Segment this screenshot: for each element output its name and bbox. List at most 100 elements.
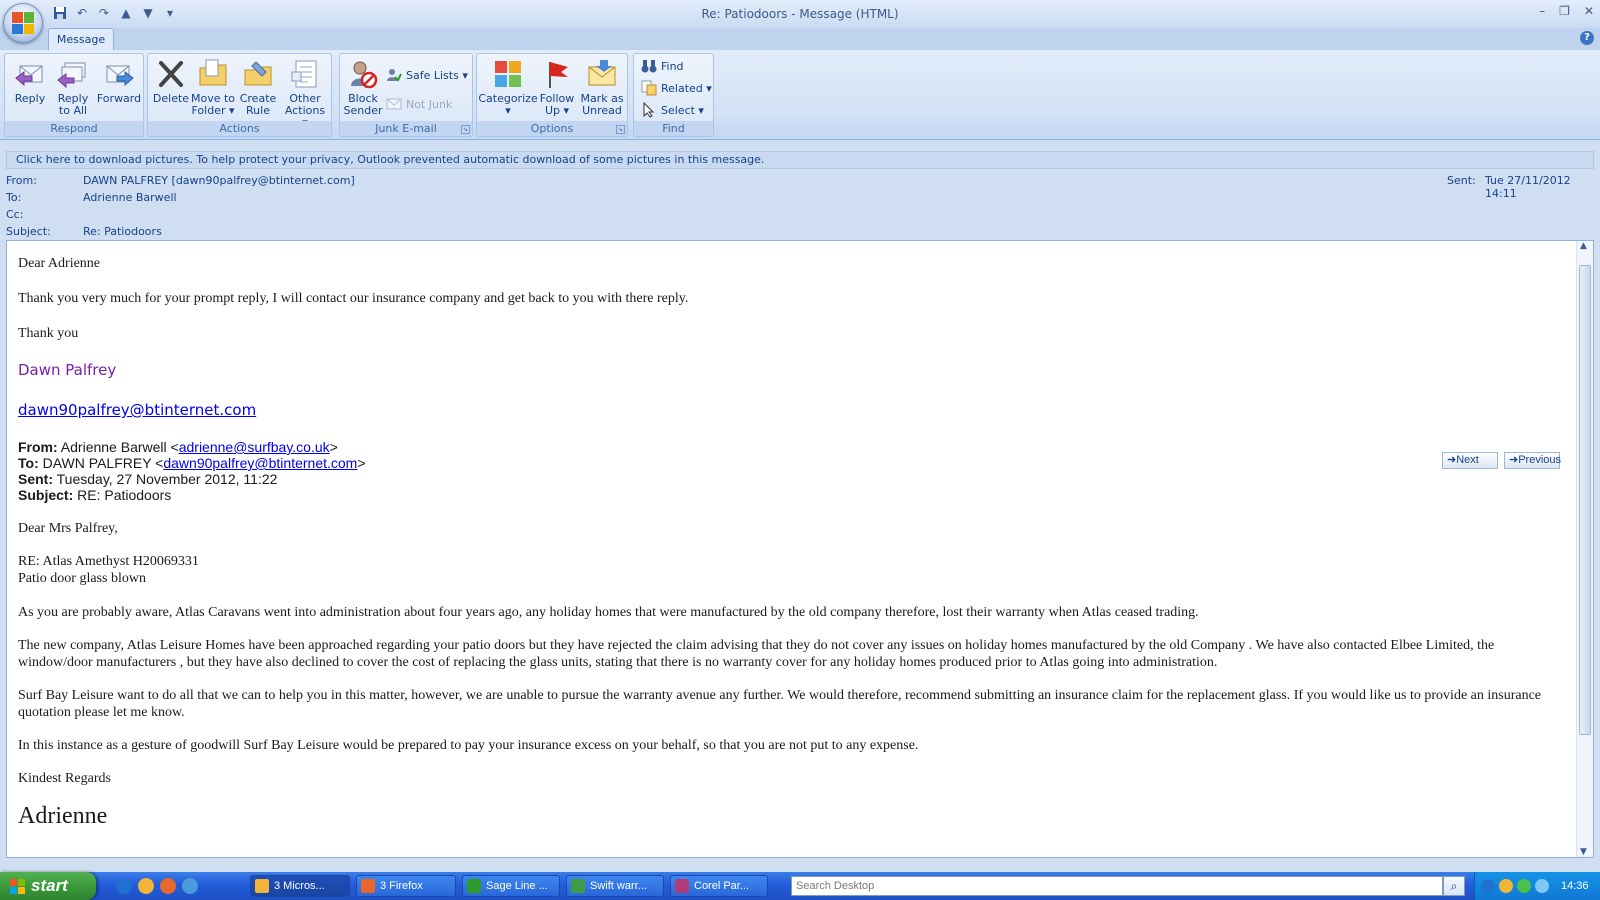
paragraph-2: The new company, Atlas Leisure Homes hav… [18,638,1495,670]
undo-icon[interactable]: ↶ [74,5,90,21]
quoted-header: From: Adrienne Barwell <adrienne@surfbay… [18,439,366,503]
mark-as-unread-button[interactable]: Mark as Unread [579,58,625,117]
signature-name: Dawn Palfrey [18,361,117,379]
app-tray-icon[interactable] [1535,879,1549,893]
previous-button[interactable]: ➜Previous [1504,452,1561,469]
to-value[interactable]: Adrienne Barwell [83,191,177,204]
previous-item-icon[interactable]: ▲ [118,5,134,21]
thanks: Thank you [18,326,79,341]
categorize-button[interactable]: Categorize ▾ [478,58,538,117]
back-arrow-icon[interactable] [1481,879,1495,893]
window-controls: – ❐ ✕ [1539,4,1594,18]
group-label-actions: Actions [148,121,331,136]
not-junk-icon [386,96,402,112]
task-corel[interactable]: Corel Par... [670,875,768,897]
follow-up-button[interactable]: Follow Up ▾ [537,58,577,117]
group-label-find: Find [634,121,713,136]
quoted-sent: Sent: Tuesday, 27 November 2012, 11:22 [18,471,278,487]
tab-message[interactable]: Message [48,28,114,50]
next-item-icon[interactable]: ▼ [140,5,156,21]
windows-logo-icon [10,878,25,894]
cc-label: Cc: [6,208,24,221]
delete-icon [155,58,187,90]
reply-all-button[interactable]: Reply to All [53,58,93,117]
next-button[interactable]: ➜Next [1442,452,1498,469]
search-desktop-input[interactable]: Search Desktop [791,876,1443,896]
office-button[interactable] [3,3,43,43]
app-icon[interactable] [182,878,198,894]
download-pictures-infobar[interactable]: Click here to download pictures. To help… [6,151,1594,169]
start-button[interactable]: start [0,872,96,900]
scrollbar-thumb[interactable] [1579,265,1591,735]
block-sender-button[interactable]: Block Sender [344,58,383,117]
firefox-icon[interactable] [160,878,176,894]
outlook-icon [255,879,269,893]
quoted-from-email-link[interactable]: adrienne@surfbay.co.uk [179,439,330,455]
other-actions-icon [289,58,321,90]
regards: Kindest Regards [18,771,111,786]
group-options: Categorize ▾ Follow Up ▾ Mark as Unread … [476,53,628,137]
sent-label: Sent: [1447,174,1476,187]
arrow-left-icon: ➜ [1509,454,1519,466]
reply-button[interactable]: Reply [11,58,49,105]
redo-icon[interactable]: ↷ [96,5,112,21]
save-icon[interactable] [52,5,68,21]
quoted-to: To: DAWN PALFREY <dawn90palfrey@btintern… [18,455,366,471]
group-label-options: Options [477,121,627,136]
vertical-scrollbar[interactable]: ▲ ▼ [1576,241,1593,857]
quoted-subject: Subject: RE: Patiodoors [18,487,172,503]
window-title: Re: Patiodoors - Message (HTML) [701,7,899,21]
system-tray: 14:36 [1474,872,1600,900]
related-icon [641,80,657,96]
network-icon[interactable] [1517,879,1531,893]
dear-line: Dear Mrs Palfrey, [18,521,118,536]
from-value[interactable]: DAWN PALFREY [dawn90palfrey@btinternet.c… [83,174,355,187]
greeting: Dear Adrienne [18,256,101,271]
block-sender-icon [347,58,379,90]
task-microsoft[interactable]: 3 Micros... [250,875,350,897]
corel-icon [675,879,689,893]
delete-button[interactable]: Delete [152,58,190,105]
group-respond: Reply Reply to All Forward Respond [4,53,144,137]
ribbon: Reply Reply to All Forward Respond Delet… [0,50,1600,140]
scroll-down-icon[interactable]: ▼ [1580,847,1587,857]
create-rule-button[interactable]: Create Rule [238,58,278,117]
forward-button[interactable]: Forward [97,58,141,105]
select-button[interactable]: Select ▾ [641,101,704,119]
task-sage[interactable]: Sage Line ... [462,875,560,897]
other-actions-button[interactable]: Other Actions ▾ [281,58,329,129]
restore-icon[interactable]: ❐ [1559,4,1570,18]
scroll-up-icon[interactable]: ▲ [1580,241,1587,251]
taskbar: start 3 Micros... 3 Firefox Sage Line ..… [0,872,1600,900]
message-body[interactable]: Dear Adrienne Thank you very much for yo… [6,240,1594,858]
minimize-icon[interactable]: – [1539,4,1545,18]
find-button[interactable]: Find [641,57,684,75]
quoted-from: From: Adrienne Barwell <adrienne@surfbay… [18,439,338,455]
reply-line: Thank you very much for your prompt repl… [18,291,689,306]
categorize-icon [492,58,524,90]
quoted-to-email-link[interactable]: dawn90palfrey@btinternet.com [163,455,357,471]
document-icon [571,879,585,893]
dialog-launcher-icon[interactable]: ↘ [616,125,625,134]
re-line-2: Patio door glass blown [18,571,146,586]
move-to-folder-button[interactable]: Move to Folder ▾ [190,58,236,117]
sage-icon [467,879,481,893]
related-button[interactable]: Related ▾ [641,79,712,97]
cursor-icon [641,101,657,118]
task-swift[interactable]: Swift warr... [566,875,664,897]
task-firefox[interactable]: 3 Firefox [356,875,456,897]
close-icon[interactable]: ✕ [1584,4,1594,18]
not-junk-button[interactable]: Not Junk [386,95,452,113]
customize-qat-icon[interactable]: ▾ [162,5,178,21]
outlook-icon[interactable] [138,878,154,894]
quick-access-toolbar: ↶ ↷ ▲ ▼ ▾ [52,5,178,21]
outlook-tray-icon[interactable] [1499,879,1513,893]
dialog-launcher-icon[interactable]: ↘ [461,125,470,134]
ie-icon[interactable] [116,878,132,894]
help-icon[interactable]: ? [1580,31,1594,45]
safe-lists-button[interactable]: Safe Lists ▾ [386,66,468,84]
reply-icon [14,58,46,90]
group-find: Find Related ▾ Select ▾ Find [633,53,714,137]
signature-email-link[interactable]: dawn90palfrey@btinternet.com [18,401,256,419]
search-icon[interactable]: ⌕ [1443,876,1465,896]
